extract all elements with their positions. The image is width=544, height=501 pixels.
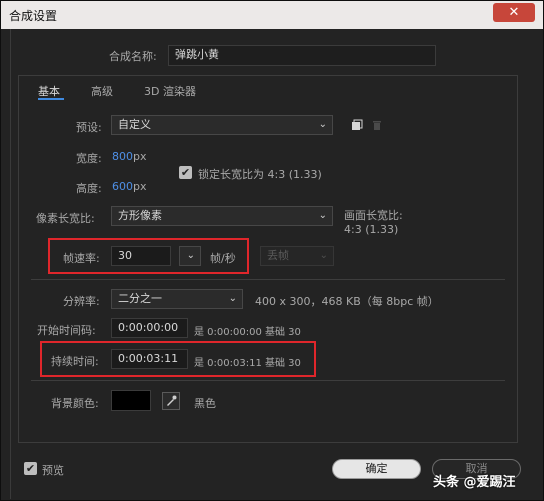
frame-aspect-label: 画面长宽比:	[344, 209, 403, 222]
close-button[interactable]: ✕	[493, 3, 535, 22]
preset-label: 预设:	[76, 121, 102, 134]
trash-icon	[373, 121, 381, 130]
pixel-aspect-label: 像素长宽比:	[36, 212, 95, 225]
duration-label: 持续时间:	[51, 355, 99, 368]
duration-info: 是 0:00:03:11 基础 30	[194, 358, 301, 369]
height-unit: px	[133, 180, 147, 193]
resolution-label: 分辨率:	[63, 295, 100, 308]
delete-preset-button[interactable]	[368, 116, 386, 134]
preview-checkbox[interactable]: ✔	[24, 462, 37, 475]
eyedropper-icon	[167, 395, 177, 406]
resolution-select[interactable]: 二分之一 ⌄	[111, 289, 243, 309]
ok-button[interactable]: 确定	[332, 459, 421, 479]
tab-3d-renderer[interactable]: 3D 渲染器	[144, 83, 196, 99]
start-timecode-info: 是 0:00:00:00 基础 30	[194, 327, 301, 338]
divider	[31, 380, 505, 381]
close-icon: ✕	[508, 5, 520, 20]
lock-aspect-checkbox[interactable]: ✔	[179, 166, 192, 179]
title-bar: 合成设置 ✕	[1, 1, 543, 29]
new-preset-button[interactable]	[347, 116, 365, 134]
chevron-down-icon: ⌄	[318, 210, 327, 221]
tab-advanced[interactable]: 高级	[91, 83, 113, 99]
duration-input[interactable]: 0:00:03:11	[111, 349, 188, 369]
start-timecode-input[interactable]: 0:00:00:00	[111, 318, 188, 338]
lock-aspect-label: 锁定长宽比为 4:3 (1.33)	[198, 168, 322, 181]
comp-name-label: 合成名称:	[109, 50, 157, 63]
frame-rate-label: 帧速率:	[63, 252, 100, 265]
chevron-down-icon: ⌄	[318, 119, 327, 130]
width-value[interactable]: 800	[112, 150, 133, 163]
check-icon: ✔	[180, 166, 191, 179]
width-unit: px	[133, 150, 147, 163]
drop-frame-select: 丢帧 ⌄	[260, 246, 334, 266]
frame-aspect-value: 4:3 (1.33)	[344, 223, 399, 236]
height-value[interactable]: 600	[112, 180, 133, 193]
bg-color-label: 背景颜色:	[51, 397, 99, 410]
chevron-down-icon: ⌄	[186, 250, 195, 261]
preset-select[interactable]: 自定义 ⌄	[111, 115, 333, 135]
preview-label: 预览	[42, 464, 64, 477]
resolution-info: 400 x 300，468 KB（每 8bpc 帧）	[255, 295, 439, 308]
resolution-value: 二分之一	[118, 292, 162, 305]
start-timecode-label: 开始时间码:	[37, 324, 96, 337]
chevron-down-icon: ⌄	[319, 250, 328, 261]
chevron-down-icon: ⌄	[228, 293, 237, 304]
frame-rate-unit: 帧/秒	[210, 252, 236, 265]
active-tab-indicator	[38, 98, 64, 100]
watermark: 头条 @爱踢汪	[433, 475, 516, 490]
preset-value: 自定义	[118, 118, 151, 131]
width-label: 宽度:	[76, 152, 102, 165]
eyedropper-button[interactable]	[162, 392, 180, 410]
frame-rate-input[interactable]: 30	[111, 246, 171, 266]
height-label: 高度:	[76, 182, 102, 195]
drop-frame-value: 丢帧	[267, 249, 289, 262]
composition-settings-window: 合成设置 ✕ 合成名称: 弹跳小黄 基本 高级 3D 渲染器 预设: 自定义 ⌄…	[0, 0, 544, 501]
frame-rate-dropdown[interactable]: ⌄	[179, 246, 201, 266]
pixel-aspect-select[interactable]: 方形像素 ⌄	[111, 206, 333, 226]
comp-name-input[interactable]: 弹跳小黄	[168, 45, 436, 66]
bg-color-name: 黑色	[194, 397, 216, 410]
tab-basic[interactable]: 基本	[38, 83, 60, 99]
new-preset-icon	[352, 119, 363, 130]
window-title: 合成设置	[9, 9, 58, 23]
pixel-aspect-value: 方形像素	[118, 209, 162, 222]
check-icon: ✔	[25, 462, 36, 475]
divider	[31, 279, 505, 280]
bg-color-swatch[interactable]	[111, 390, 151, 411]
